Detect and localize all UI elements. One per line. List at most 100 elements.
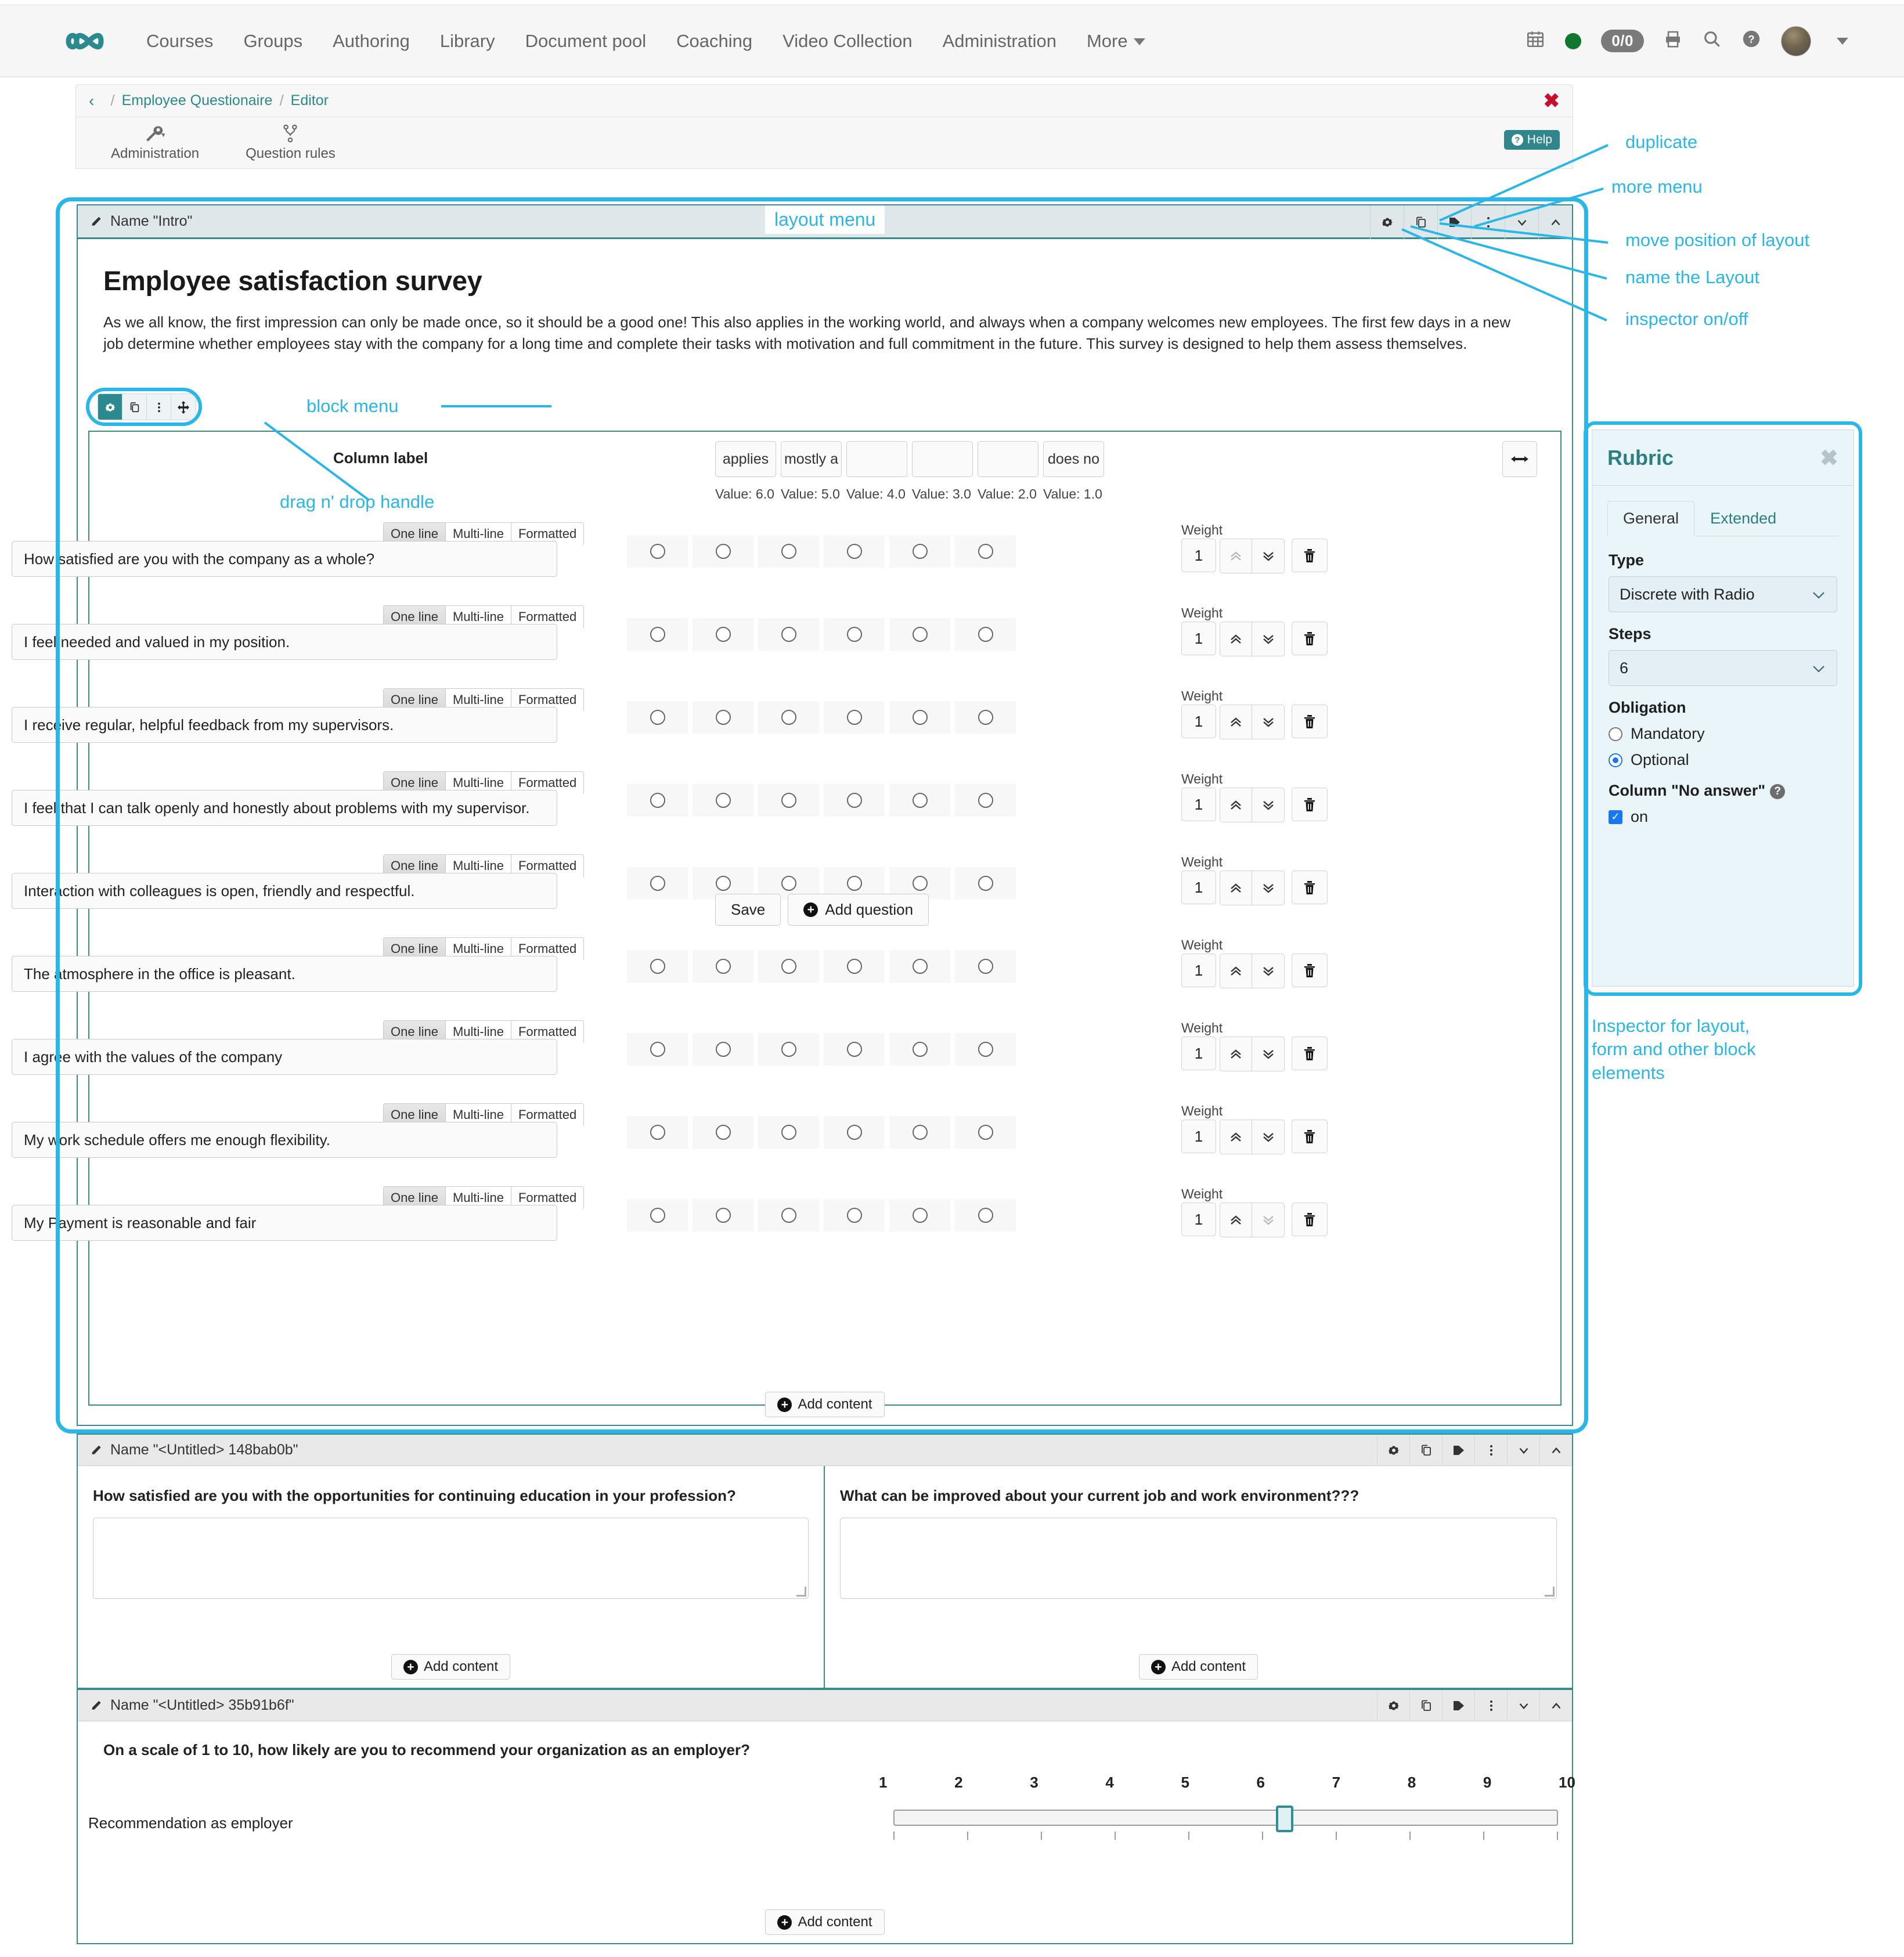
- move-down-button[interactable]: [1252, 788, 1284, 822]
- radio-cell[interactable]: [955, 950, 1016, 983]
- duplicate-icon[interactable]: [1409, 1690, 1442, 1721]
- gear-icon[interactable]: [1377, 1690, 1409, 1721]
- radio-cell[interactable]: [955, 867, 1016, 900]
- chevron-down-icon[interactable]: [1505, 205, 1538, 239]
- block2-right-textarea[interactable]: [840, 1518, 1557, 1599]
- nav-link-groups[interactable]: Groups: [228, 31, 318, 52]
- radio-cell[interactable]: [693, 784, 753, 817]
- add-content-button-block2-left[interactable]: + Add content: [391, 1654, 511, 1680]
- calendar-icon[interactable]: [1526, 29, 1545, 53]
- move-up-button[interactable]: [1220, 788, 1252, 822]
- radio-cell[interactable]: [824, 618, 885, 651]
- radio-cell[interactable]: [627, 950, 688, 983]
- column-header-input-4[interactable]: [978, 441, 1038, 477]
- radio-cell[interactable]: [955, 618, 1016, 651]
- question-text-input[interactable]: I agree with the values of the company: [12, 1039, 557, 1075]
- radio-cell[interactable]: [758, 1033, 819, 1066]
- weight-input[interactable]: 1: [1181, 622, 1216, 655]
- infinity-logo[interactable]: [64, 27, 114, 56]
- save-button[interactable]: Save: [715, 894, 781, 926]
- close-icon[interactable]: ✖: [1820, 445, 1838, 471]
- chevron-up-icon[interactable]: [1539, 1690, 1572, 1721]
- weight-input[interactable]: 1: [1181, 954, 1216, 987]
- duplicate-icon[interactable]: [1409, 1435, 1442, 1466]
- radio-cell[interactable]: [889, 701, 950, 734]
- radio-cell[interactable]: [955, 701, 1016, 734]
- chevron-up-icon[interactable]: [1539, 1435, 1572, 1466]
- breadcrumb-item-questionaire[interactable]: Employee Questionaire: [122, 92, 273, 109]
- tab-general[interactable]: General: [1607, 501, 1695, 536]
- radio-cell[interactable]: [693, 701, 753, 734]
- move-down-button[interactable]: [1252, 1203, 1284, 1237]
- chevron-up-icon[interactable]: [1538, 205, 1572, 239]
- gear-icon[interactable]: [1370, 205, 1404, 239]
- print-icon[interactable]: [1664, 30, 1682, 52]
- slider-thumb[interactable]: [1276, 1806, 1293, 1832]
- delete-question-button[interactable]: [1292, 1037, 1328, 1070]
- more-vertical-icon[interactable]: [1471, 205, 1505, 239]
- radio-cell[interactable]: [693, 950, 753, 983]
- radio-cell[interactable]: [758, 535, 819, 568]
- radio-cell[interactable]: [889, 1199, 950, 1232]
- steps-select[interactable]: 6: [1609, 650, 1837, 686]
- radio-cell[interactable]: [627, 867, 688, 900]
- question-text-input[interactable]: I receive regular, helpful feedback from…: [12, 707, 557, 743]
- layout-name[interactable]: Name "Intro": [91, 213, 192, 230]
- duplicate-icon[interactable]: [1404, 205, 1437, 239]
- radio-cell[interactable]: [627, 618, 688, 651]
- avatar[interactable]: [1781, 26, 1811, 56]
- block-menu-move-icon[interactable]: [171, 394, 196, 420]
- radio-cell[interactable]: [824, 1116, 885, 1149]
- weight-input[interactable]: 1: [1181, 705, 1216, 738]
- radio-cell[interactable]: [955, 1033, 1016, 1066]
- radio-cell[interactable]: [693, 618, 753, 651]
- delete-question-button[interactable]: [1292, 1120, 1328, 1153]
- nav-link-library[interactable]: Library: [425, 31, 510, 52]
- horizontal-resize-icon[interactable]: [1502, 441, 1537, 477]
- weight-input[interactable]: 1: [1181, 788, 1216, 821]
- user-menu-caret-icon[interactable]: [1837, 37, 1848, 45]
- radio-cell[interactable]: [693, 1116, 753, 1149]
- radio-cell[interactable]: [627, 1033, 688, 1066]
- add-question-button[interactable]: + Add question: [788, 894, 929, 926]
- delete-question-button[interactable]: [1292, 788, 1328, 821]
- question-text-input[interactable]: My work schedule offers me enough flexib…: [12, 1122, 557, 1158]
- nav-link-document-pool[interactable]: Document pool: [510, 31, 662, 52]
- radio-cell[interactable]: [758, 950, 819, 983]
- delete-question-button[interactable]: [1292, 539, 1328, 572]
- radio-cell[interactable]: [889, 784, 950, 817]
- block-menu-more-vertical-icon[interactable]: [147, 394, 171, 420]
- back-button[interactable]: ‹: [89, 92, 94, 110]
- chevron-down-icon[interactable]: [1507, 1690, 1539, 1721]
- radio-cell[interactable]: [889, 618, 950, 651]
- weight-input[interactable]: 1: [1181, 1120, 1216, 1153]
- move-up-button[interactable]: [1220, 1037, 1252, 1071]
- radio-cell[interactable]: [627, 701, 688, 734]
- delete-question-button[interactable]: [1292, 954, 1328, 987]
- radio-cell[interactable]: [955, 1116, 1016, 1149]
- radio-cell[interactable]: [824, 701, 885, 734]
- type-select[interactable]: Discrete with Radio: [1609, 576, 1837, 612]
- move-up-button[interactable]: [1220, 1203, 1252, 1237]
- add-content-button-block2-right[interactable]: + Add content: [1138, 1654, 1258, 1680]
- question-text-input[interactable]: I feel that I can talk openly and honest…: [12, 790, 557, 826]
- radio-cell[interactable]: [889, 535, 950, 568]
- move-down-button[interactable]: [1252, 539, 1284, 573]
- nav-link-video-collection[interactable]: Video Collection: [767, 31, 927, 52]
- radio-cell[interactable]: [889, 1116, 950, 1149]
- recommendation-slider[interactable]: [893, 1806, 1558, 1832]
- chevron-down-icon[interactable]: [1507, 1435, 1539, 1466]
- radio-cell[interactable]: [627, 784, 688, 817]
- weight-input[interactable]: 1: [1181, 871, 1216, 904]
- status-dot-icon[interactable]: [1565, 33, 1582, 49]
- question-text-input[interactable]: I feel needed and valued in my position.: [12, 624, 557, 660]
- move-up-button[interactable]: [1220, 539, 1252, 573]
- block2-name[interactable]: Name "<Untitled> 148bab0b": [91, 1442, 298, 1458]
- breadcrumb-item-editor[interactable]: Editor: [291, 92, 329, 109]
- move-up-button[interactable]: [1220, 705, 1252, 739]
- obligation-radio-mandatory[interactable]: Mandatory: [1609, 725, 1837, 743]
- toolbar-item-question-rules[interactable]: Question rules: [246, 124, 336, 162]
- radio-cell[interactable]: [824, 535, 885, 568]
- move-down-button[interactable]: [1252, 1037, 1284, 1071]
- question-text-input[interactable]: The atmosphere in the office is pleasant…: [12, 956, 557, 992]
